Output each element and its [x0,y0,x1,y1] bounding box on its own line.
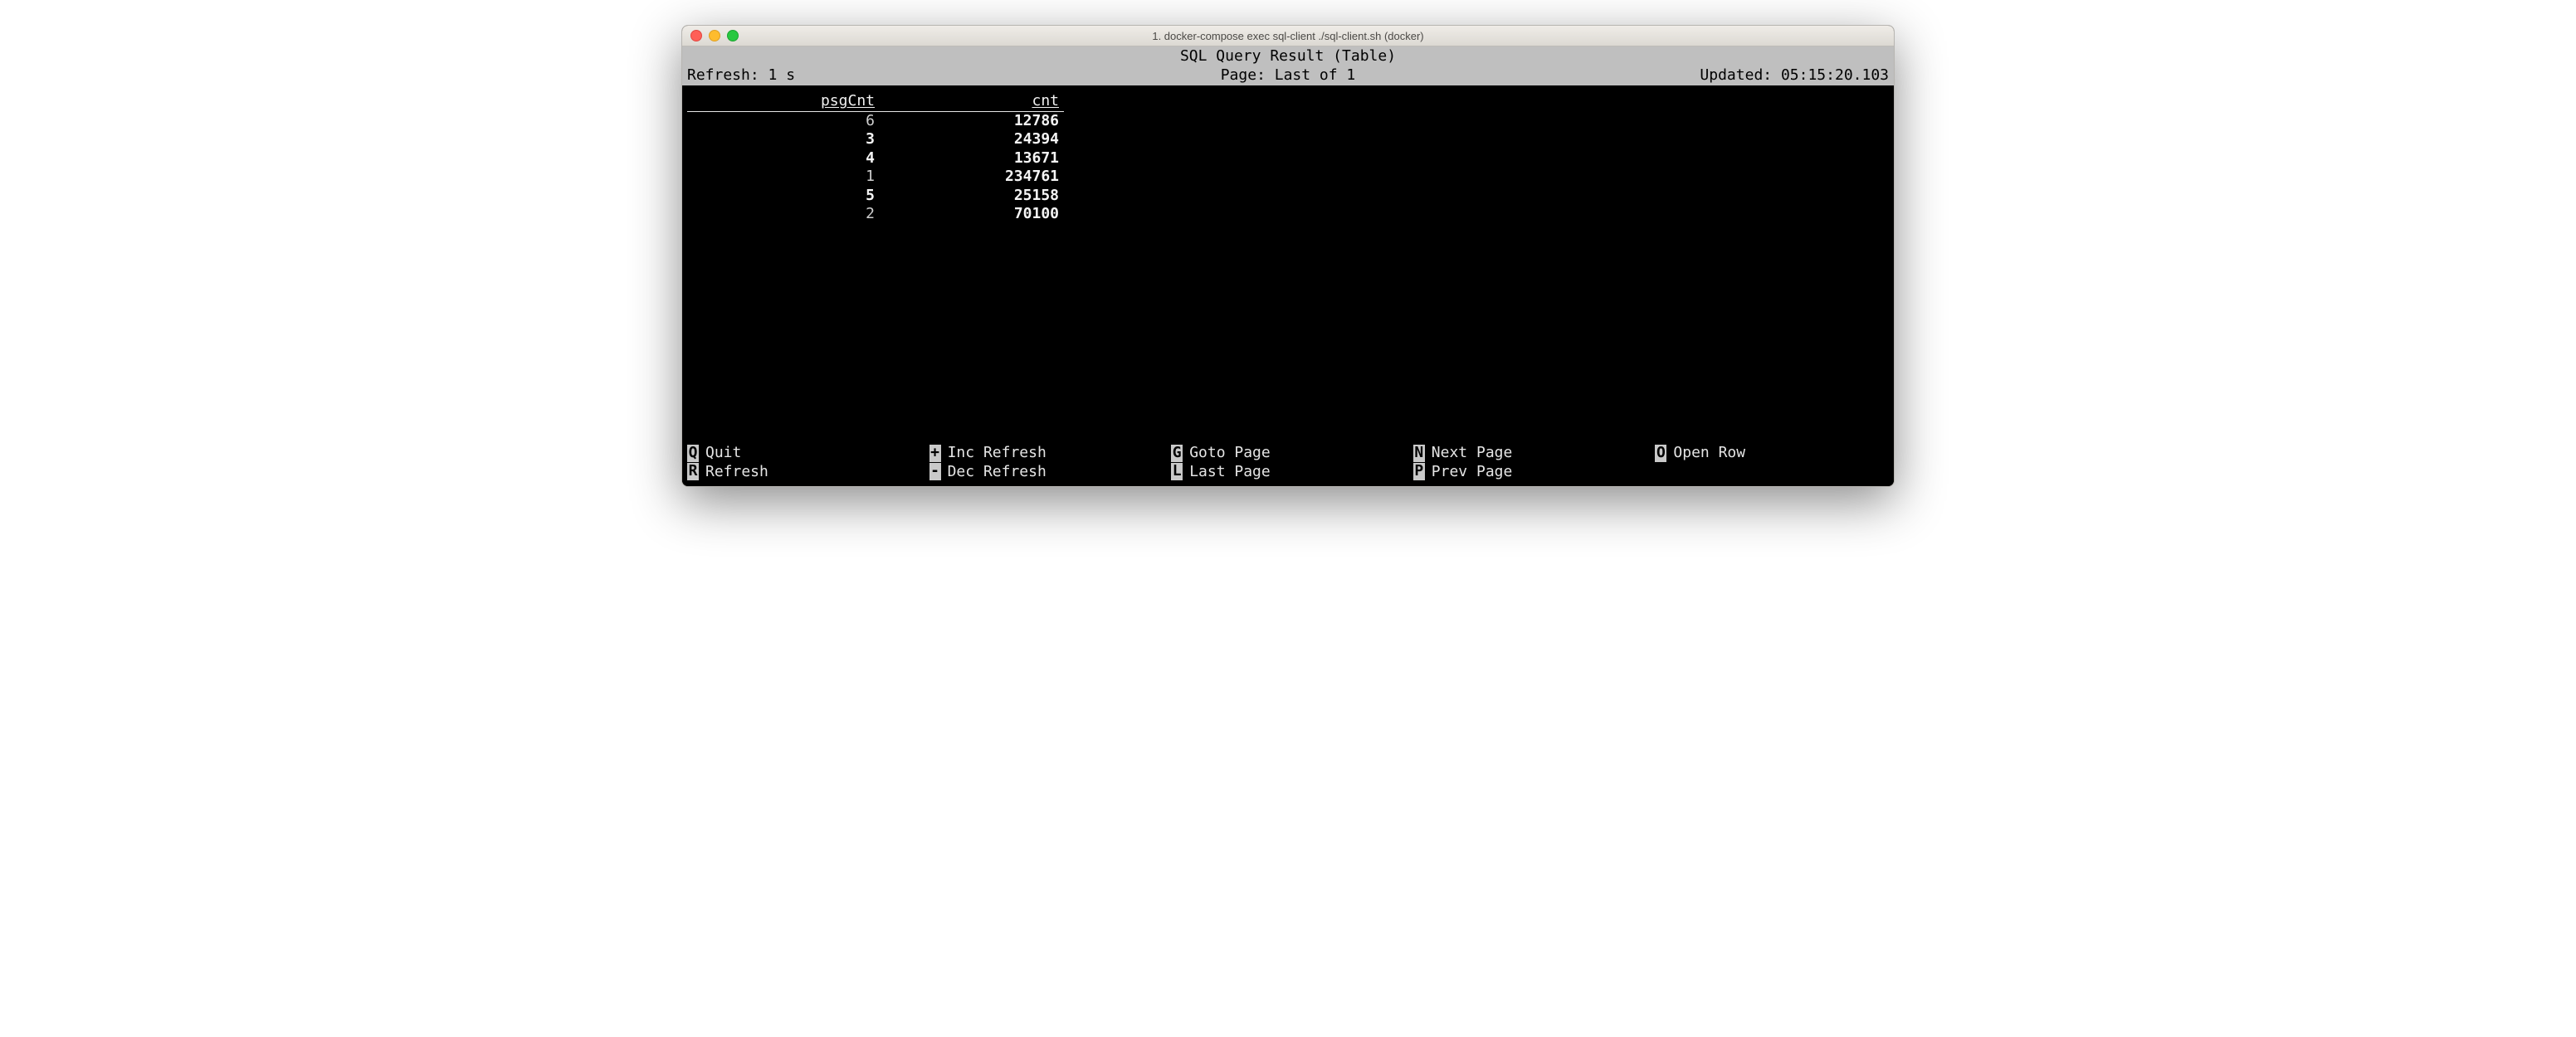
result-title: SQL Query Result (Table) [687,46,1889,66]
result-header: SQL Query Result (Table) Refresh: 1 s Pa… [682,46,1894,85]
command-prev-page[interactable]: P Prev Page [1413,463,1647,482]
updated-status: Updated: 05:15:20.103 [1700,66,1889,85]
window-title: 1. docker-compose exec sql-client ./sql-… [682,30,1894,42]
table-row[interactable]: 324394 [687,130,1064,149]
keycap: + [929,445,941,462]
command-open-row[interactable]: O Open Row [1655,444,1889,463]
result-table: psgCnt cnt 61278632439441367112347615251… [687,92,1064,224]
command-label: Quit [705,444,741,463]
cell-psgcnt: 2 [687,205,880,224]
command-label: Last Page [1189,463,1271,482]
refresh-status: Refresh: 1 s [687,66,795,85]
keycap: G [1171,445,1183,462]
result-table-area: psgCnt cnt 61278632439441367112347615251… [682,85,1894,224]
cell-psgcnt: 4 [687,149,880,168]
cell-psgcnt: 5 [687,187,880,206]
close-icon[interactable] [690,30,702,41]
window-controls [690,30,739,41]
command-bar: Q Quit + Inc Refresh G Goto Page N Next Page O Op… [687,444,1889,481]
column-header-cnt: cnt [880,92,1064,111]
terminal-body: SQL Query Result (Table) Refresh: 1 s Pa… [682,46,1894,486]
command-inc-refresh[interactable]: + Inc Refresh [929,444,1164,463]
cell-cnt: 24394 [880,130,1064,149]
cell-psgcnt: 6 [687,111,880,130]
terminal-window: 1. docker-compose exec sql-client ./sql-… [681,25,1895,487]
keycap: P [1413,463,1425,480]
window-titlebar[interactable]: 1. docker-compose exec sql-client ./sql-… [682,26,1894,46]
command-quit[interactable]: Q Quit [687,444,921,463]
cell-psgcnt: 1 [687,168,880,187]
cell-cnt: 234761 [880,168,1064,187]
cell-cnt: 12786 [880,111,1064,130]
command-label: Next Page [1432,444,1513,463]
keycap: - [929,463,941,480]
cell-cnt: 25158 [880,187,1064,206]
table-row[interactable]: 413671 [687,149,1064,168]
cell-cnt: 13671 [880,149,1064,168]
table-row[interactable]: 1234761 [687,168,1064,187]
table-row[interactable]: 525158 [687,187,1064,206]
cell-cnt: 70100 [880,205,1064,224]
keycap: O [1655,445,1666,462]
command-refresh[interactable]: R Refresh [687,463,921,482]
table-row[interactable]: 612786 [687,111,1064,130]
command-label: Goto Page [1189,444,1271,463]
command-label: Open Row [1673,444,1745,463]
keycap: R [687,463,699,480]
minimize-icon[interactable] [709,30,720,41]
command-empty [1655,463,1889,482]
keycap: N [1413,445,1425,462]
command-dec-refresh[interactable]: -Dec Refresh [929,463,1164,482]
command-goto-page[interactable]: G Goto Page [1171,444,1405,463]
keycap: L [1171,463,1183,480]
command-label: Refresh [705,463,768,482]
command-next-page[interactable]: N Next Page [1413,444,1647,463]
column-header-psgcnt: psgCnt [687,92,880,111]
table-row[interactable]: 270100 [687,205,1064,224]
zoom-icon[interactable] [727,30,739,41]
keycap: Q [687,445,699,462]
command-label: Prev Page [1432,463,1513,482]
command-last-page[interactable]: L Last Page [1171,463,1405,482]
command-label: Inc Refresh [948,444,1046,463]
command-label: Dec Refresh [948,463,1046,482]
cell-psgcnt: 3 [687,130,880,149]
